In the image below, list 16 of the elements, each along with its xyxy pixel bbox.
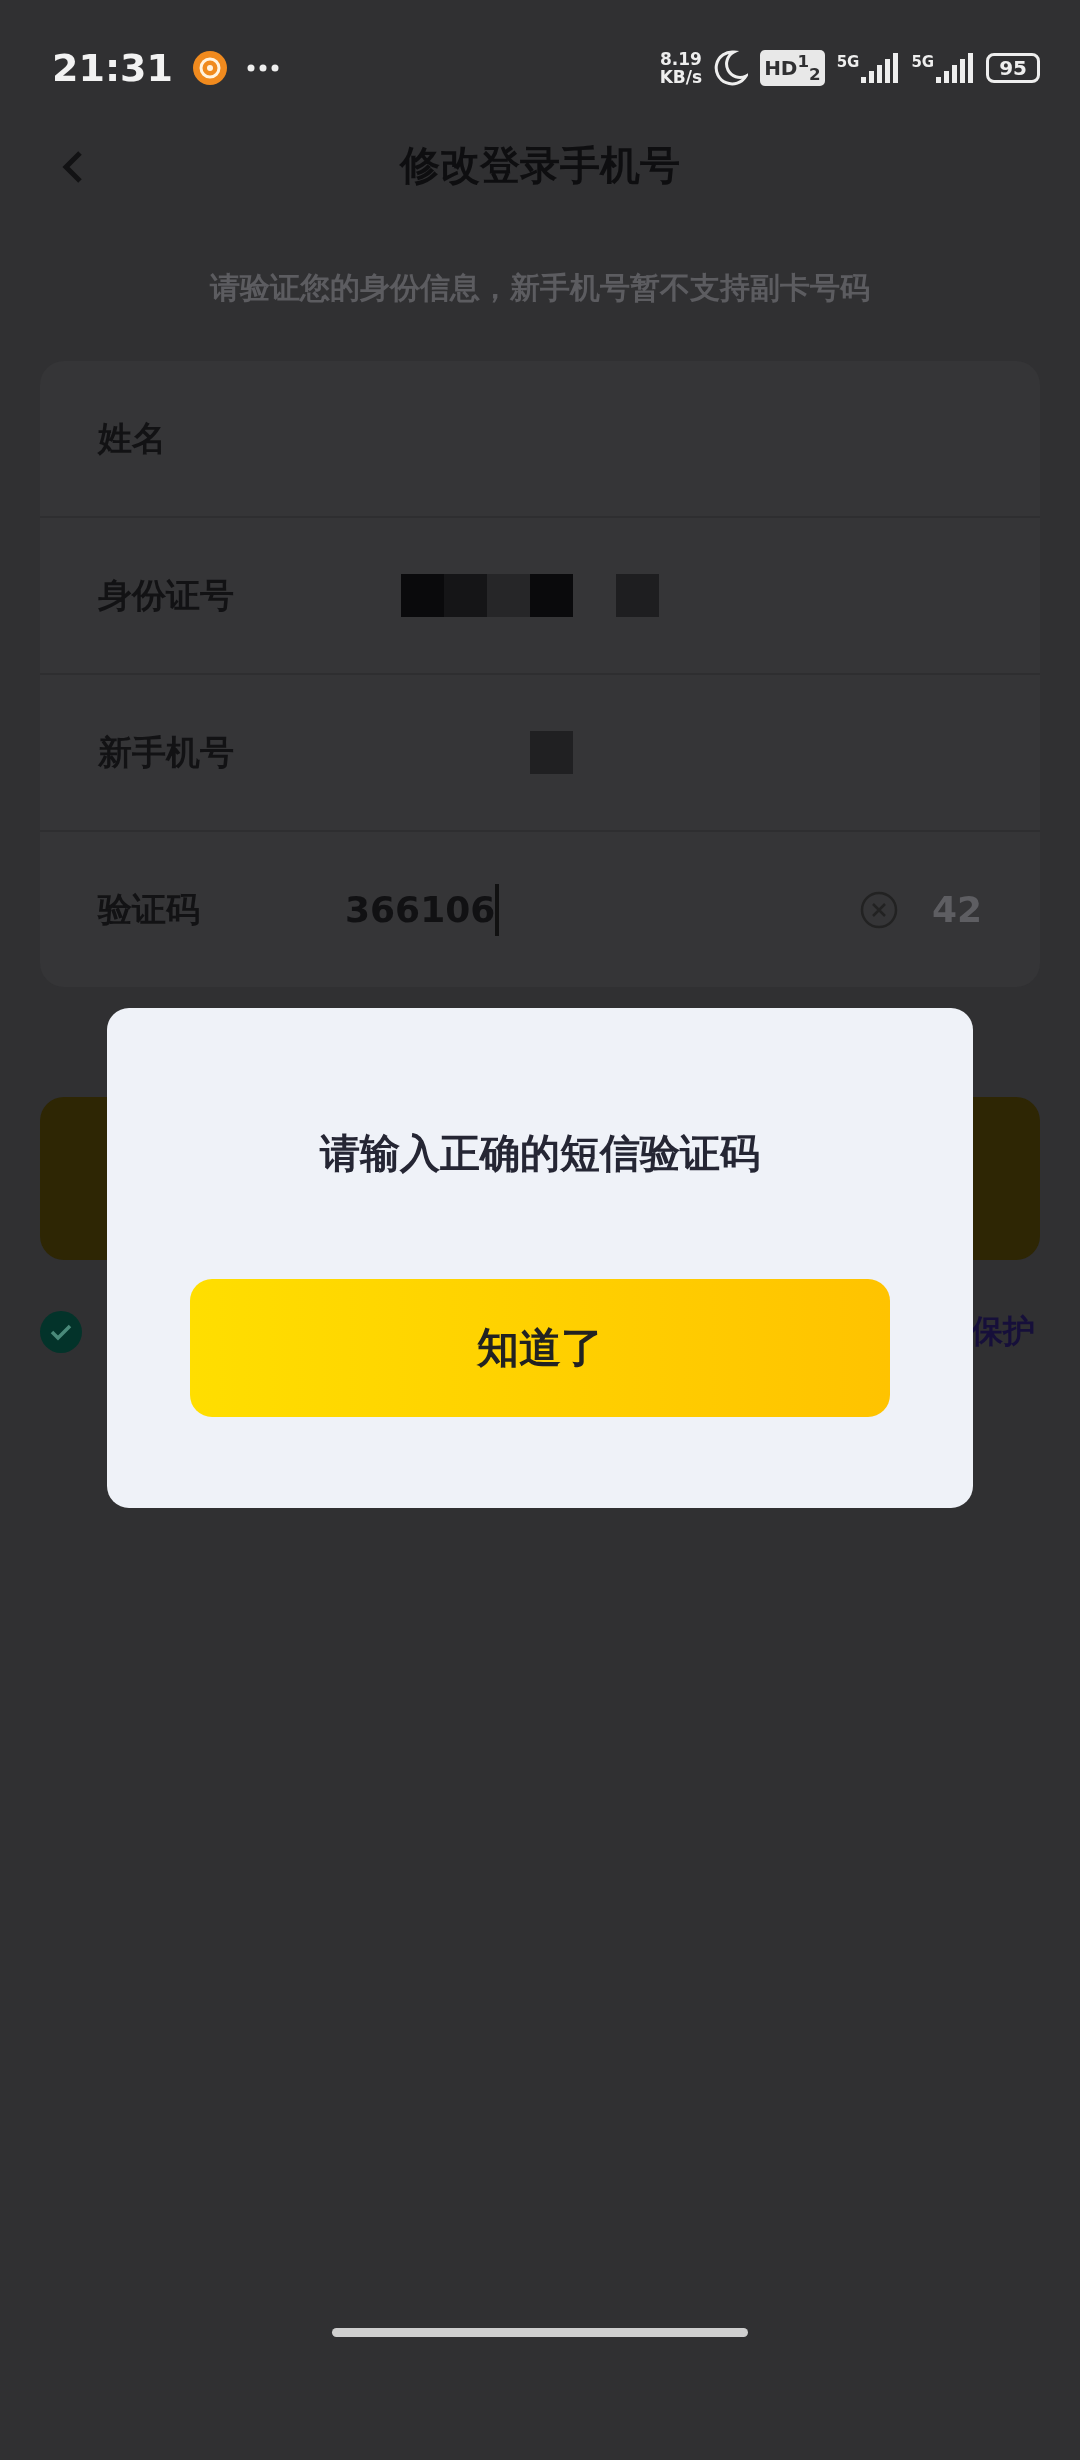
back-icon[interactable] xyxy=(62,150,84,184)
status-time: 21:31 xyxy=(52,46,173,90)
dialog-message: 请输入正确的短信验证码 xyxy=(320,1129,760,1178)
network-type: 5G xyxy=(836,53,860,71)
network-speed-value: 8.19 xyxy=(659,50,702,68)
signal-icon xyxy=(936,53,975,83)
app-notification-icon xyxy=(192,51,227,85)
home-indicator[interactable] xyxy=(332,2328,748,2337)
confirm-button[interactable]: 知道了 xyxy=(190,1279,890,1417)
more-icon xyxy=(246,64,279,72)
moon-icon xyxy=(714,50,749,86)
signal-icon xyxy=(861,53,900,83)
agreement-checkbox[interactable] xyxy=(40,1311,82,1353)
network-speed-unit: KB/s xyxy=(659,68,703,86)
battery-level: 95 xyxy=(986,53,1040,83)
network-type: 5G xyxy=(911,53,935,71)
